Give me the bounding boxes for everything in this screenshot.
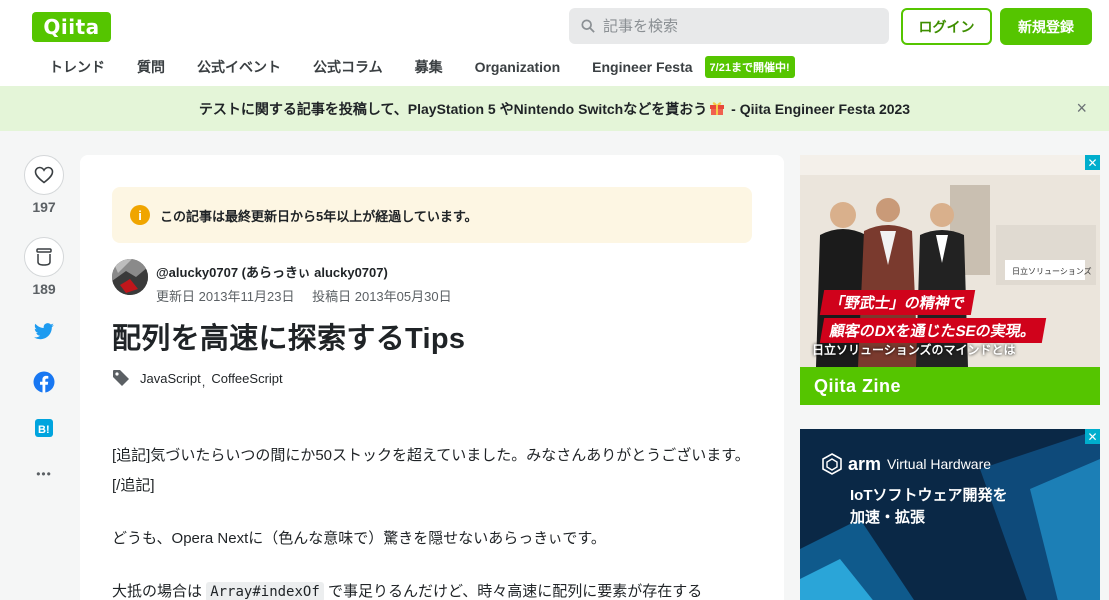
like-count: 197 [32,199,56,215]
more-options-button[interactable]: ••• [24,467,64,481]
outdated-notice: i この記事は最終更新日から5年以上が経過しています。 [112,187,752,243]
main-nav: トレンド 質問 公式イベント 公式コラム 募集 Organization Eng… [32,55,795,79]
ad-sign-text: 日立ソリューションズ [1012,266,1092,276]
ad-subheadline: 日立ソリューションズのマインドとは [812,343,1016,357]
search-input[interactable] [603,17,863,35]
share-hatena[interactable]: B! [24,419,64,437]
tag-separator: , [201,373,206,389]
site-header: Qiita ログイン 新規登録 トレンド 質問 公式イベント 公式コラム 募集 … [0,0,1109,86]
nav-organization[interactable]: Organization [459,59,577,75]
info-icon: i [130,205,150,225]
author-block: @alucky0707 (あらっきぃ alucky0707) 更新日 2013年… [112,259,466,305]
article-dates: 更新日 2013年11月23日 投稿日 2013年05月30日 [156,286,466,305]
sidebar-ad-arm[interactable]: arm Virtual Hardware IoTソフトウェア開発を 加速・拡張 … [800,429,1100,600]
heart-icon [34,166,54,184]
nav-official-column[interactable]: 公式コラム [297,57,399,77]
qiita-logo[interactable]: Qiita [32,12,111,42]
posted-date: 投稿日 2013年05月30日 [312,289,452,304]
gift-icon [710,101,725,115]
paragraph-text: 大抵の場合は [112,583,203,600]
stock-button[interactable] [24,237,64,277]
festa-badge: 7/21まで開催中! [704,56,795,78]
svg-text:B!: B! [38,424,50,436]
ad-title-line: IoTソフトウェア開発を [850,487,1008,504]
login-button[interactable]: ログイン [901,8,992,45]
avatar[interactable] [112,259,148,295]
ad-headline: 「野武士」の精神で 顧客のDXを通じたSEの実現。 [819,290,1047,346]
ad-title: IoTソフトウェア開発を 加速・拡張 [850,485,1008,529]
share-twitter[interactable] [24,323,64,341]
ad-headline-line: 顧客のDXを通じたSEの実現。 [819,318,1047,343]
twitter-icon [34,323,54,340]
paragraph-text: で事足りるんだけど、時々高速に配列に要素が存在する [327,583,703,600]
search-box[interactable] [569,8,889,44]
nav-official-events[interactable]: 公式イベント [181,57,297,77]
tag-javascript[interactable]: JavaScript [140,371,201,386]
ad-title-line: 加速・拡張 [850,509,926,526]
tag-icon [113,370,129,386]
ad-close-icon[interactable]: ✕ [1085,155,1100,170]
tag-list: JavaScript , CoffeeScript [112,369,283,389]
hatena-bookmark-icon: B! [35,419,53,437]
arm-wordmark: arm [848,453,882,474]
hexagon-icon [822,453,842,475]
signup-button[interactable]: 新規登録 [1000,8,1092,45]
article-paragraph: 大抵の場合は Array#indexOf で事足りるんだけど、時々高速に配列に要… [112,577,752,600]
stock-icon [36,248,52,266]
like-button[interactable] [24,155,64,195]
arm-logo: arm Virtual Hardware [822,453,991,475]
share-facebook[interactable] [24,371,64,393]
ad-close-icon[interactable]: ✕ [1085,429,1100,444]
sidebar-ad-qiita-zine[interactable]: 日立ソリューションズ 「野武士」の精神で 顧客のDXを通じたSEの実現。 日立ソ… [800,155,1100,405]
tag-coffeescript[interactable]: CoffeeScript [211,371,282,386]
banner-text[interactable]: テストに関する記事を投稿して、PlayStation 5 やNintendo S… [199,99,910,119]
ad-headline-line: 「野武士」の精神で [819,290,976,315]
banner-text-festa: - Qiita Engineer Festa 2023 [727,100,911,117]
inline-code: Array#indexOf [206,582,324,600]
nav-recruitment[interactable]: 募集 [399,57,459,77]
article-paragraph: [追記]気づいたらいつの間にか50ストックを超えていました。みなさんありがとうご… [112,447,750,494]
virtual-hardware-label: Virtual Hardware [887,456,992,472]
banner-close-button[interactable]: × [1076,99,1087,117]
outdated-notice-text: この記事は最終更新日から5年以上が経過しています。 [160,208,478,224]
nav-trend[interactable]: トレンド [32,57,121,77]
facebook-icon [33,371,55,393]
stock-count: 189 [32,281,56,297]
article-card: i この記事は最終更新日から5年以上が経過しています。 @alucky0707 … [80,155,784,600]
nav-engineer-festa[interactable]: Engineer Festa [576,59,708,75]
updated-date: 更新日 2013年11月23日 [156,289,295,304]
article-title: 配列を高速に探索するTips [112,323,466,355]
article-paragraph: どうも、Opera Nextに（色んな意味で）驚きを隠せないあらっきぃです。 [112,530,606,547]
author-name[interactable]: @alucky0707 (あらっきぃ alucky0707) [156,262,466,281]
search-icon [581,19,595,33]
banner-text-main: テストに関する記事を投稿して、PlayStation 5 やNintendo S… [198,100,708,117]
nav-questions[interactable]: 質問 [121,57,181,77]
ad-brand: Qiita Zine [800,367,1100,405]
announcement-banner[interactable]: テストに関する記事を投稿して、PlayStation 5 やNintendo S… [0,86,1109,131]
